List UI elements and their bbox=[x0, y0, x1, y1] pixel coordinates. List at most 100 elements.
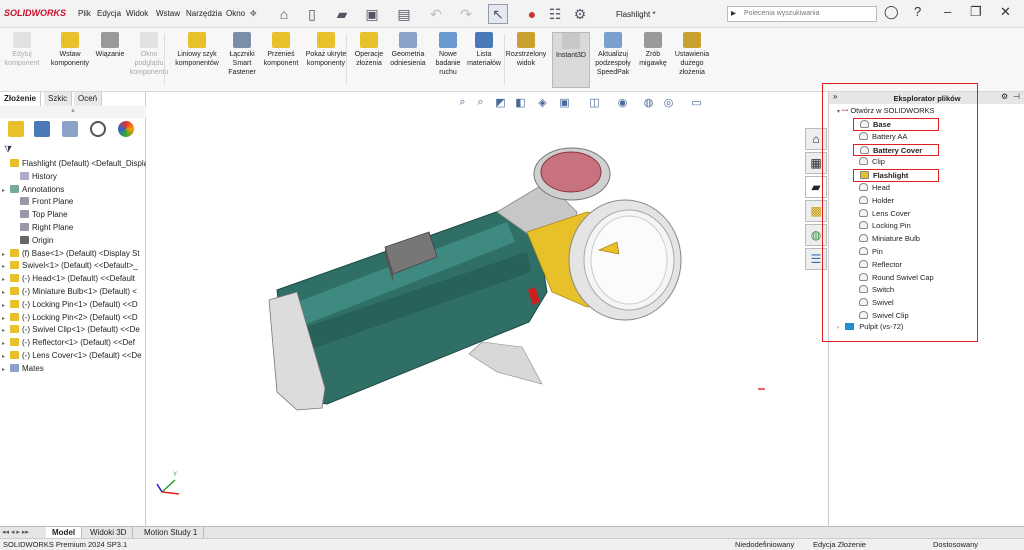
smart-fasteners-button[interactable]: Łączniki Smart Fastener bbox=[224, 32, 260, 88]
tree-item[interactable]: ▸ (f) Base<1> (Default) <Display St bbox=[0, 248, 146, 261]
tree-item[interactable]: Top Plane bbox=[0, 209, 146, 222]
status-units[interactable]: Dostosowany bbox=[933, 540, 978, 549]
file-explorer-tab-icon[interactable]: ▰ bbox=[805, 176, 827, 198]
tree-item[interactable]: ▸ Swivel<1> (Default) <<Default>_ bbox=[0, 260, 146, 273]
tree-expand-arrow-icon[interactable]: ▸ bbox=[2, 353, 10, 360]
explorer-file-item[interactable]: Swivel bbox=[857, 297, 896, 310]
tree-item[interactable]: ▸ (-) Miniature Bulb<1> (Default) < bbox=[0, 286, 146, 299]
tree-item[interactable]: Origin bbox=[0, 235, 146, 248]
menu-view[interactable]: Widok bbox=[126, 9, 148, 18]
file-properties-icon[interactable]: ☷ bbox=[545, 4, 565, 24]
tree-item[interactable]: Front Plane bbox=[0, 196, 146, 209]
tab-sketch[interactable]: Szkic bbox=[44, 92, 73, 106]
move-component-button[interactable]: Przenieś komponent bbox=[262, 32, 300, 88]
display-manager-icon[interactable] bbox=[118, 121, 134, 137]
tree-expand-arrow-icon[interactable]: ▸ bbox=[2, 340, 10, 347]
tree-item[interactable]: ▸ (-) Locking Pin<2> (Default) <<D bbox=[0, 312, 146, 325]
select-cursor-icon[interactable]: ↖ bbox=[488, 4, 508, 24]
open-icon[interactable]: ▰ bbox=[332, 4, 352, 24]
explorer-file-item[interactable]: Flashlight bbox=[853, 169, 939, 182]
configuration-manager-icon[interactable] bbox=[62, 121, 78, 137]
tree-expand-arrow-icon[interactable]: ▸ bbox=[2, 366, 10, 373]
explorer-file-item[interactable]: Round Swivel Cap bbox=[857, 272, 936, 285]
dimxpert-icon[interactable] bbox=[90, 121, 106, 137]
close-icon[interactable]: ✕ bbox=[1000, 4, 1011, 20]
tree-item[interactable]: Flashlight (Default) <Default_Display bbox=[0, 158, 146, 171]
tree-expand-arrow-icon[interactable]: ▸ bbox=[2, 315, 10, 322]
open-in-solidworks-node[interactable]: ▾ ꟷ Otwórz w SOLIDWORKS bbox=[837, 106, 935, 119]
new-motion-study-button[interactable]: Nowe badanie ruchu bbox=[432, 32, 464, 88]
minimize-icon[interactable]: – bbox=[944, 4, 951, 19]
print-icon[interactable]: ▤ bbox=[394, 4, 414, 24]
explorer-file-item[interactable]: Locking Pin bbox=[857, 220, 913, 233]
graphics-area[interactable]: ⌕ ⌕ ◩ ◧ ◈ ▣ ◫ ◉ ◍ ◎ ▭ Y bbox=[147, 92, 827, 526]
menu-file[interactable]: Plik bbox=[78, 9, 91, 18]
tree-item[interactable]: ▸ (-) Lens Cover<1> (Default) <<De bbox=[0, 350, 146, 363]
desktop-node[interactable]: › Pulpit (vs-72) bbox=[837, 322, 903, 335]
tree-expand-arrow-icon[interactable]: ▸ bbox=[2, 263, 10, 270]
tree-expand-arrow-icon[interactable]: ▸ bbox=[2, 251, 10, 258]
tab-evaluate[interactable]: Oceń bbox=[74, 92, 103, 106]
tree-item[interactable]: ▸ (-) Locking Pin<1> (Default) <<D bbox=[0, 299, 146, 312]
sw-resources-icon[interactable]: ⌂ bbox=[805, 128, 827, 150]
tree-expand-arrow-icon[interactable]: ▸ bbox=[2, 302, 10, 309]
bill-of-materials-button[interactable]: Lista materiałów bbox=[467, 32, 501, 88]
menu-edit[interactable]: Edycja bbox=[97, 9, 121, 18]
take-snapshot-button[interactable]: Zrób migawkę bbox=[638, 32, 668, 88]
new-document-icon[interactable]: ▯ bbox=[302, 4, 322, 24]
pin-icon[interactable]: ✥ bbox=[250, 9, 257, 18]
flashlight-3d-model[interactable]: Y bbox=[147, 92, 827, 526]
pin-panel-icon[interactable]: ⊣ bbox=[1013, 92, 1020, 101]
save-icon[interactable]: ▣ bbox=[362, 4, 382, 24]
explorer-file-item[interactable]: Lens Cover bbox=[857, 208, 912, 221]
tree-item[interactable]: ▸ (-) Head<1> (Default) <<Default bbox=[0, 273, 146, 286]
explorer-file-item[interactable]: Reflector bbox=[857, 259, 904, 272]
tree-expand-arrow-icon[interactable]: ▸ bbox=[2, 276, 10, 283]
tree-item[interactable]: ▸ (-) Reflector<1> (Default) <<Def bbox=[0, 337, 146, 350]
large-assembly-settings-button[interactable]: Ustawienia dużego złożenia bbox=[670, 32, 714, 88]
explorer-file-item[interactable]: Miniature Bulb bbox=[857, 233, 922, 246]
design-library-icon[interactable]: ▦ bbox=[805, 152, 827, 174]
tree-item[interactable]: ▸ Mates bbox=[0, 363, 146, 376]
tab-scroll-icons[interactable]: ◂◂ ◂ ▸ ▸▸ bbox=[2, 528, 29, 536]
show-hidden-components-button[interactable]: Pokaż ukryte komponenty bbox=[302, 32, 350, 88]
menu-tools[interactable]: Narzędzia bbox=[186, 9, 222, 18]
home-icon[interactable]: ⌂ bbox=[274, 4, 294, 24]
restore-icon[interactable]: ❐ bbox=[970, 4, 982, 20]
tree-item[interactable]: Right Plane bbox=[0, 222, 146, 235]
explorer-file-item[interactable]: Base bbox=[853, 118, 939, 131]
panel-collapse-arrow[interactable]: ▴ bbox=[0, 106, 146, 118]
explorer-file-item[interactable]: Switch bbox=[857, 284, 896, 297]
explorer-file-item[interactable]: Clip bbox=[857, 156, 887, 169]
explorer-options-icon[interactable]: ⚙ bbox=[1001, 92, 1008, 101]
explorer-file-item[interactable]: Pin bbox=[857, 246, 885, 259]
tree-expand-arrow-icon[interactable]: ▸ bbox=[2, 289, 10, 296]
menu-window[interactable]: Okno bbox=[226, 9, 245, 18]
linear-component-pattern-button[interactable]: Liniowy szyk komponentów bbox=[172, 32, 222, 88]
instant3d-button[interactable]: Instant3D bbox=[552, 32, 590, 88]
user-account-icon[interactable]: ◯ bbox=[884, 4, 899, 20]
component-preview-window-button[interactable]: Okno podglądu komponentu bbox=[130, 32, 168, 88]
tree-item[interactable]: History bbox=[0, 171, 146, 184]
tab-assembly[interactable]: Złożenie bbox=[0, 92, 42, 106]
filter-icon[interactable]: ⧩ bbox=[4, 144, 12, 155]
update-speedpak-button[interactable]: Aktualizuj podzespoły SpeedPak bbox=[592, 32, 634, 88]
explorer-file-item[interactable]: Head bbox=[857, 182, 892, 195]
insert-components-button[interactable]: Wstaw komponenty bbox=[50, 32, 90, 88]
options-gear-icon[interactable]: ⚙ bbox=[570, 4, 590, 24]
appearances-icon[interactable]: ◍ bbox=[805, 224, 827, 246]
tree-expand-arrow-icon[interactable]: ▸ bbox=[2, 327, 10, 334]
help-icon[interactable]: ? bbox=[914, 4, 921, 19]
rebuild-traffic-light-icon[interactable]: ● bbox=[522, 4, 542, 24]
tree-expand-arrow-icon[interactable]: ▸ bbox=[2, 187, 10, 194]
feature-manager-icon[interactable] bbox=[8, 121, 24, 137]
assembly-features-button[interactable]: Operacje złożenia bbox=[352, 32, 386, 88]
undo-icon[interactable]: ↶ bbox=[426, 4, 446, 24]
custom-properties-icon[interactable]: ☰ bbox=[805, 248, 827, 270]
explorer-file-item[interactable]: Holder bbox=[857, 195, 896, 208]
view-palette-icon[interactable]: ▩ bbox=[805, 200, 827, 222]
command-search-input[interactable]: ▸ Polecenia wyszukiwania bbox=[727, 6, 877, 22]
tree-item[interactable]: ▸ (-) Swivel Clip<1> (Default) <<De bbox=[0, 324, 146, 337]
redo-icon[interactable]: ↷ bbox=[456, 4, 476, 24]
edit-component-button[interactable]: Edytuj komponent bbox=[2, 32, 42, 88]
